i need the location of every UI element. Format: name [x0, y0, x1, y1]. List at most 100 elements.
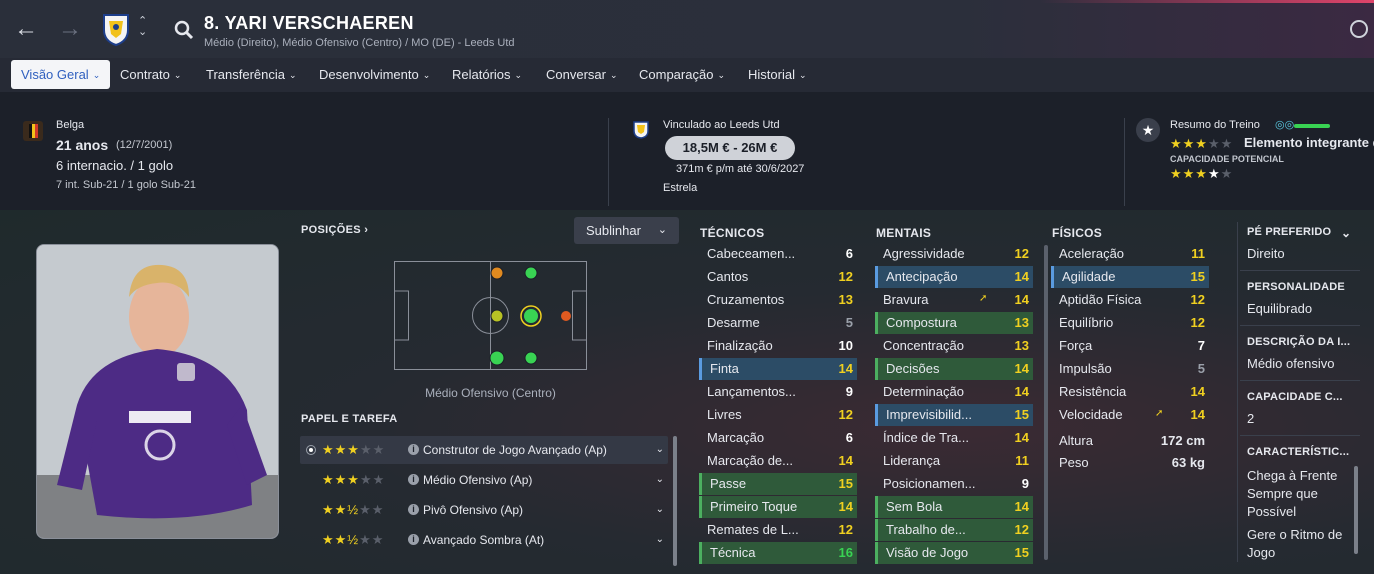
chevron-down-icon[interactable]: ⌄	[656, 466, 664, 494]
attribute-row[interactable]: Passe 15	[699, 473, 857, 495]
tab-comparison[interactable]: Comparação ⌄	[629, 60, 735, 89]
attribute-row[interactable]: Cabeceamen... 6	[699, 243, 857, 265]
attribute-row[interactable]: Compostura 13	[875, 312, 1033, 334]
trend-arrow-icon: ➚	[1155, 408, 1164, 419]
attribute-value: 14	[1014, 384, 1029, 399]
tab-transfer[interactable]: Transferência ⌄	[196, 60, 307, 89]
attribute-row[interactable]: Imprevisibilid... 15	[875, 404, 1033, 426]
attribute-row[interactable]: Técnica 16	[699, 542, 857, 564]
attribute-value: 14	[1014, 269, 1029, 284]
attribute-row[interactable]: Posicionamen... 9	[875, 473, 1033, 495]
tab-contract[interactable]: Contrato ⌄	[110, 60, 191, 89]
tab-history[interactable]: Historial ⌄	[738, 60, 817, 89]
role-row[interactable]: ★★★★★ i Construtor de Jogo Avançado (Ap)…	[300, 436, 668, 464]
description: Médio ofensivo	[1247, 356, 1335, 371]
chevron-down-icon[interactable]: ⌄	[1341, 226, 1351, 240]
attribute-value: 13	[838, 292, 853, 307]
attribute-value: 14	[1190, 384, 1205, 399]
radio-button[interactable]	[306, 445, 316, 455]
globe-icon[interactable]	[1350, 20, 1368, 38]
attribute-row[interactable]: Primeiro Toque 14	[699, 496, 857, 518]
chevron-down-icon[interactable]: ⌄	[656, 496, 664, 524]
attribute-row[interactable]: Equilíbrio 12	[1051, 312, 1209, 334]
attribute-name: Impulsão	[1059, 361, 1112, 376]
attribute-name: Cruzamentos	[707, 292, 785, 307]
tab-bar: Visão Geral ⌄ Contrato ⌄ Transferência ⌄ De…	[0, 58, 1374, 92]
attribute-row[interactable]: Liderança 11	[875, 450, 1033, 472]
club-badge-icon	[633, 121, 649, 139]
value-pill[interactable]: 18,5M € - 26M €	[665, 136, 795, 160]
binoculars-icon: ◎◎	[1275, 119, 1295, 131]
attribute-row[interactable]: Desarme 5	[699, 312, 857, 334]
attribute-row[interactable]: Lançamentos... 9	[699, 381, 857, 403]
attribute-row[interactable]: Impulsão 5	[1051, 358, 1209, 380]
attribute-row[interactable]: Antecipação 14	[875, 266, 1033, 288]
technical-label: TÉCNICOS	[700, 226, 765, 240]
role-row[interactable]: ★★½★★ i Pivô Ofensivo (Ap) ⌄	[300, 496, 668, 524]
attribute-row[interactable]: Velocidade 14 ➚	[1051, 404, 1209, 426]
player-name: 8. YARI VERSCHAEREN	[204, 13, 414, 33]
attribute-row[interactable]: Aptidão Física 12	[1051, 289, 1209, 311]
forward-arrow-icon[interactable]: →	[58, 14, 82, 44]
sort-updown-icon[interactable]: ⌃ ⌄	[138, 16, 147, 38]
attribute-row[interactable]: Marcação de... 14	[699, 450, 857, 472]
attribute-value: 12	[1014, 522, 1029, 537]
chevron-down-icon[interactable]: ⌄	[656, 436, 664, 464]
role-row[interactable]: ★★★★★ i Médio Ofensivo (Ap) ⌄	[300, 466, 668, 494]
divider	[608, 118, 609, 206]
attributes-scrollbar[interactable]	[1044, 245, 1048, 560]
tab-development[interactable]: Desenvolvimento ⌄	[309, 60, 440, 89]
attribute-row[interactable]: Agilidade 15	[1051, 266, 1209, 288]
back-arrow-icon[interactable]: ←	[14, 14, 38, 44]
positions-label[interactable]: POSIÇÕES ›	[301, 224, 368, 236]
capacity: 2	[1247, 411, 1255, 426]
attribute-name: Finta	[710, 361, 739, 376]
info-icon[interactable]: i	[408, 474, 419, 485]
attribute-row[interactable]: Remates de L... 12	[699, 519, 857, 541]
tab-reports[interactable]: Relatórios ⌄	[442, 60, 532, 89]
attribute-row[interactable]: Determinação 14	[875, 381, 1033, 403]
attribute-row[interactable]: Decisões 14	[875, 358, 1033, 380]
attribute-value: 12	[1014, 246, 1029, 261]
player-photo	[36, 244, 279, 539]
attribute-row[interactable]: Finalização 10	[699, 335, 857, 357]
trait-line: Chega à Frente	[1247, 468, 1338, 483]
attribute-row[interactable]: Agressividade 12	[875, 243, 1033, 265]
attribute-row[interactable]: Marcação 6	[699, 427, 857, 449]
info-icon[interactable]: i	[408, 444, 419, 455]
attribute-row[interactable]: Finta 14	[699, 358, 857, 380]
attribute-row[interactable]: Cantos 12	[699, 266, 857, 288]
attribute-row[interactable]: Resistência 14	[1051, 381, 1209, 403]
attribute-value: 14	[1014, 430, 1029, 445]
attribute-row[interactable]: Cruzamentos 13	[699, 289, 857, 311]
attribute-name: Cabeceamen...	[707, 246, 796, 261]
tab-talk[interactable]: Conversar ⌄	[536, 60, 628, 89]
info-icon[interactable]: i	[408, 504, 419, 515]
tab-overview[interactable]: Visão Geral ⌄	[11, 60, 111, 89]
attribute-value: 9	[845, 384, 853, 399]
attribute-row[interactable]: Visão de Jogo 15	[875, 542, 1033, 564]
search-icon[interactable]	[174, 20, 194, 40]
attribute-value: 12	[1190, 292, 1205, 307]
preferred-foot-label: PÉ PREFERIDO	[1247, 226, 1332, 238]
chevron-down-icon[interactable]: ⌄	[656, 526, 664, 554]
highlight-dropdown[interactable]: Sublinhar ⌄	[574, 217, 679, 244]
attribute-name: Trabalho de...	[886, 522, 966, 537]
attribute-row[interactable]: Sem Bola 14	[875, 496, 1033, 518]
attribute-value: 15	[1014, 545, 1029, 560]
date-of-birth: (12/7/2001)	[116, 139, 173, 151]
info-icon[interactable]: i	[408, 534, 419, 545]
attribute-row[interactable]: Força 7	[1051, 335, 1209, 357]
club-crest-icon[interactable]	[102, 12, 130, 46]
attribute-row[interactable]: Trabalho de... 12	[875, 519, 1033, 541]
attribute-row[interactable]: Bravura 14 ➚	[875, 289, 1033, 311]
divider	[1240, 380, 1360, 381]
roles-scrollbar[interactable]	[673, 436, 677, 566]
attribute-row[interactable]: Livres 12	[699, 404, 857, 426]
top-bar: ← → ⌃ ⌄ 8. YARI VERSCHAEREN Médio (Direit…	[0, 0, 1374, 58]
attribute-row[interactable]: Concentração 13	[875, 335, 1033, 357]
traits-scrollbar[interactable]	[1354, 466, 1358, 554]
attribute-row[interactable]: Índice de Tra... 14	[875, 427, 1033, 449]
attribute-row[interactable]: Aceleração 11	[1051, 243, 1209, 265]
role-row[interactable]: ★★½★★ i Avançado Sombra (At) ⌄	[300, 526, 668, 554]
